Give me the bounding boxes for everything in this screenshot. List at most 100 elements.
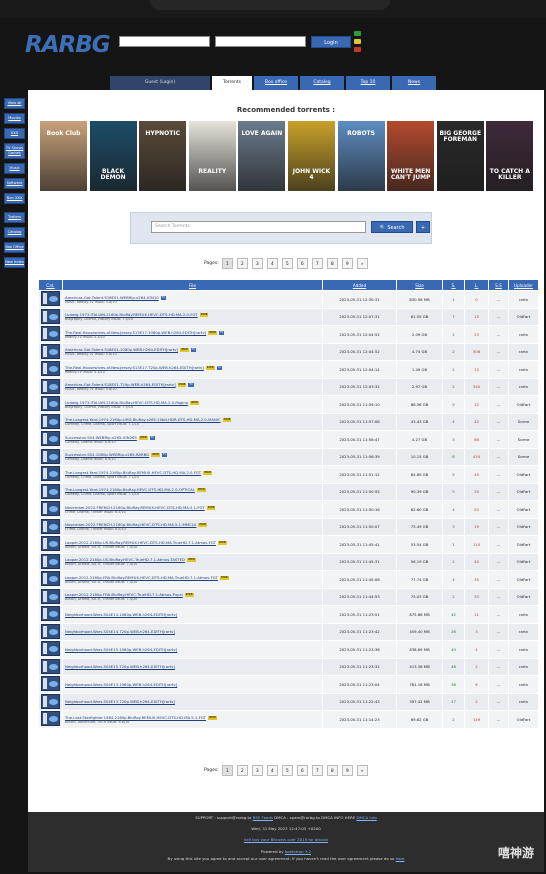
category-cell[interactable]: [38, 377, 63, 396]
tab-torrents[interactable]: Torrents: [212, 76, 252, 90]
login-button[interactable]: Login: [311, 36, 351, 48]
torrent-link[interactable]: The.Real.Housewives.of.New.Jersey.S13E17…: [65, 365, 204, 370]
recommended-poster[interactable]: TO CATCH A KILLER: [486, 121, 534, 191]
torrent-link[interactable]: Neighborhood.Wars.S04E13.720p.WEB.h264-E…: [65, 699, 175, 704]
tv-badge[interactable]: TV: [149, 435, 155, 440]
bottom-page-button[interactable]: 4: [266, 765, 278, 776]
recommended-poster[interactable]: WHITE MEN CAN'T JUMP: [387, 121, 435, 191]
bluray-category-icon[interactable]: [41, 588, 60, 604]
table-row[interactable]: Succession.S04.WEBRip.x265-ION265 IMDB TV C…: [38, 430, 539, 449]
bluray-category-icon[interactable]: [41, 606, 60, 622]
tab-guest-login[interactable]: Guest (Login): [110, 76, 210, 90]
sidebar-item-music[interactable]: Music: [4, 163, 25, 174]
sidebar-item-tv-games[interactable]: TV Shows Games: [4, 143, 25, 159]
table-row[interactable]: Ludwig.1973.ITALIAN.2160p.BluRay.HEVC.DT…: [38, 395, 539, 414]
torrent-link[interactable]: The.Longest.Yard.1974.2160p.BluRay.REMUX…: [65, 470, 201, 475]
category-cell[interactable]: [38, 360, 63, 379]
bluray-category-icon[interactable]: [41, 361, 60, 377]
recommended-poster[interactable]: BIG GEORGE FOREMAN: [436, 121, 484, 191]
bluray-category-icon[interactable]: [41, 501, 60, 517]
col-header-leechers[interactable]: L.: [464, 279, 489, 291]
category-cell[interactable]: [38, 675, 63, 694]
category-cell[interactable]: [38, 395, 63, 414]
recommended-poster[interactable]: ROBOTS: [337, 121, 385, 191]
imdb-badge[interactable]: IMDB: [190, 400, 199, 405]
imdb-badge[interactable]: IMDB: [196, 488, 206, 492]
imdb-badge[interactable]: IMDB: [222, 418, 232, 422]
imdb-badge[interactable]: IMDB: [203, 470, 212, 475]
tv-badge[interactable]: TV: [218, 330, 225, 335]
category-cell[interactable]: [38, 657, 63, 676]
bluray-category-icon[interactable]: [41, 553, 60, 569]
bluray-category-icon[interactable]: [41, 413, 60, 429]
bluray-category-icon[interactable]: [41, 658, 60, 674]
table-row[interactable]: Succession.S04.1080p.WEBRip.x265-RARBG IM…: [38, 447, 539, 466]
top-page-button[interactable]: 6: [296, 258, 308, 269]
bluray-category-icon[interactable]: [41, 343, 60, 359]
tv-badge[interactable]: TV: [161, 453, 168, 457]
imdb-badge[interactable]: IMDB: [207, 715, 217, 720]
imdb-badge[interactable]: IMDB: [138, 435, 148, 440]
site-logo[interactable]: RARBG: [25, 32, 111, 58]
recommended-poster[interactable]: BLACK DEMON: [89, 121, 137, 191]
table-row[interactable]: Americas.Got.Talent.S18E01.720p.WEB.h264…: [38, 377, 539, 396]
col-header-file[interactable]: File: [62, 279, 323, 291]
torrent-link[interactable]: Neighborhood.Wars.S04E14.1080p.WEB.h264-…: [65, 612, 177, 617]
torrent-link[interactable]: The.Last.Starfighter.1984.2160p.BluRay.R…: [65, 715, 206, 720]
top-page-button[interactable]: 5: [281, 258, 293, 269]
category-cell[interactable]: [38, 710, 63, 729]
bottom-page-button[interactable]: 3: [251, 765, 263, 776]
table-row[interactable]: The.Real.Housewives.of.New.Jersey.S13E17…: [38, 325, 539, 344]
category-cell[interactable]: [38, 640, 63, 659]
torrent-link[interactable]: Looper.2012.2160p.FRA.BluRay.REMUX.HEVC.…: [65, 575, 218, 580]
torrent-link[interactable]: Ludwig.1973.ITALIAN.2160p.BluRay.HEVC.DT…: [65, 400, 188, 405]
col-header-uploader[interactable]: Uploader: [508, 279, 539, 291]
category-cell[interactable]: [38, 342, 63, 361]
tab-catalog[interactable]: Catalog: [300, 76, 344, 90]
table-row[interactable]: Neighborhood.Wars.S04E14.720p.WEB.h264-E…: [38, 622, 539, 641]
bluray-category-icon[interactable]: [41, 483, 60, 499]
recommended-poster[interactable]: LOVE AGAIN: [238, 121, 286, 191]
imdb-badge[interactable]: IMDB: [206, 505, 216, 510]
category-cell[interactable]: [38, 622, 63, 641]
bottom-page-button[interactable]: 2: [236, 765, 248, 776]
category-cell[interactable]: [38, 500, 63, 519]
imdb-badge[interactable]: IMDB: [177, 383, 187, 387]
sidebar-item-movies[interactable]: Movies: [4, 113, 25, 124]
bluray-category-icon[interactable]: [41, 641, 60, 657]
bluray-category-icon[interactable]: [41, 518, 60, 534]
table-row[interactable]: Looper.2012.2160p.FRA.BluRay.REMUX.HEVC.…: [38, 570, 539, 589]
password-input[interactable]: [215, 36, 306, 47]
tv-badge[interactable]: TV: [188, 383, 194, 387]
sidebar-item-xxx[interactable]: XXX: [4, 128, 25, 139]
torrent-link[interactable]: Americas.Got.Talent.S18E01.WEBRip.x264-I…: [65, 295, 159, 300]
category-cell[interactable]: [38, 290, 63, 309]
torrent-link[interactable]: November.2022.FRENCH.2160p.BluRay.REMUX.…: [65, 505, 205, 510]
category-cell[interactable]: [38, 605, 63, 624]
tab-box-office[interactable]: Box office: [254, 76, 298, 90]
bluray-category-icon[interactable]: [41, 396, 60, 412]
bluray-category-icon[interactable]: [41, 676, 60, 692]
top-page-button[interactable]: 4: [266, 258, 278, 269]
flag-icon[interactable]: [354, 31, 361, 36]
sidebar-item-non-xxx[interactable]: Non XXX: [4, 193, 25, 204]
footer-dmca-link[interactable]: DMCA info: [356, 815, 376, 820]
bluray-category-icon[interactable]: [41, 571, 60, 587]
imdb-badge[interactable]: IMDB: [184, 593, 194, 597]
bottom-page-button[interactable]: 8: [326, 765, 338, 776]
search-input[interactable]: Search Torrents: [151, 221, 366, 233]
sidebar-item-trailers[interactable]: Trailers: [4, 212, 25, 223]
torrent-link[interactable]: Neighborhood.Wars.S04E14.720p.WEB.h264-E…: [65, 629, 175, 634]
bottom-page-button[interactable]: 1: [221, 765, 233, 776]
bluray-category-icon[interactable]: [41, 711, 60, 727]
bluray-category-icon[interactable]: [41, 536, 60, 552]
imdb-badge[interactable]: IMDB: [180, 348, 189, 352]
imdb-badge[interactable]: IMDB: [208, 330, 217, 335]
category-cell[interactable]: [38, 587, 63, 606]
top-page-button[interactable]: »: [356, 258, 368, 269]
category-cell[interactable]: [38, 570, 63, 589]
torrent-link[interactable]: Succession.S04.WEBRip.x265-ION265: [65, 435, 137, 440]
bottom-page-button[interactable]: 6: [296, 765, 308, 776]
top-page-button[interactable]: 3: [251, 258, 263, 269]
category-cell[interactable]: [38, 325, 63, 344]
